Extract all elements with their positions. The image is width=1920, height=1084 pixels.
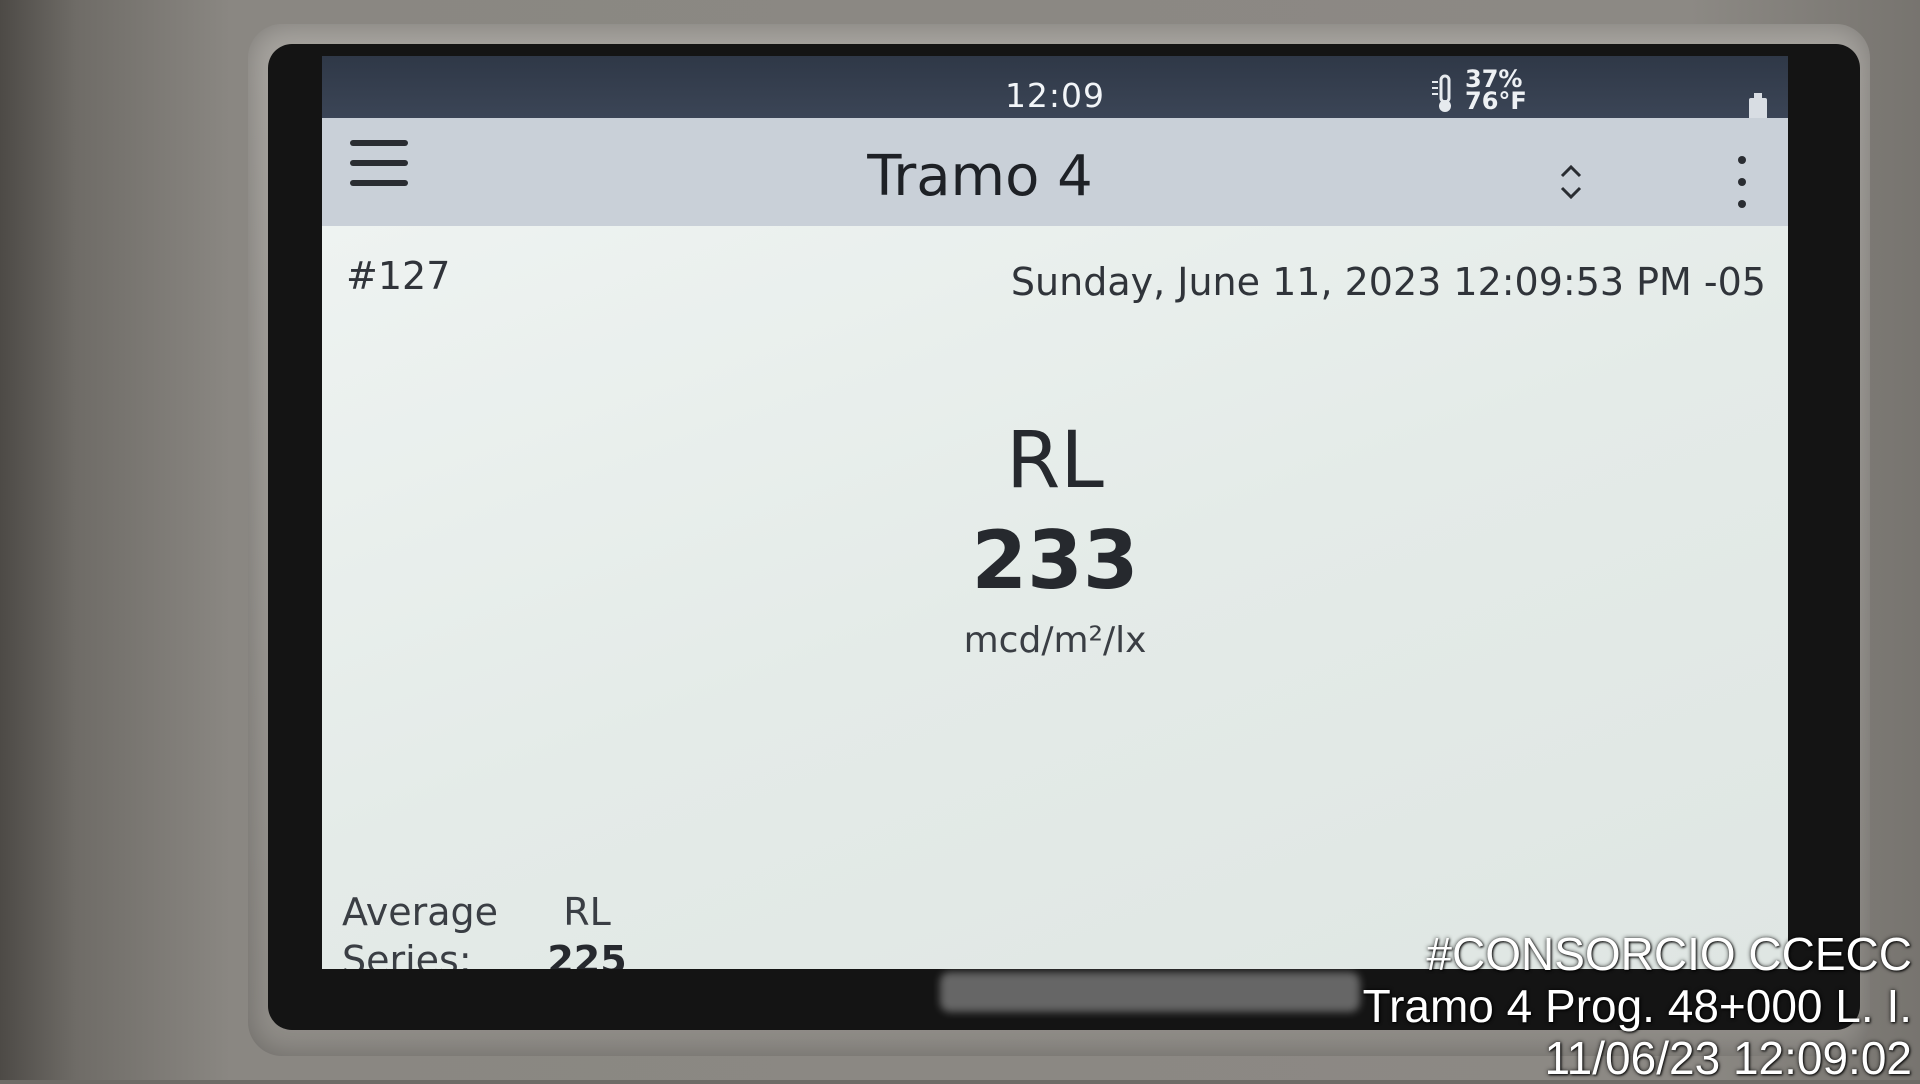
photo-background: 12:09 37% 76°F Tramo 4 #127 Sunday, June…: [0, 0, 1920, 1084]
glare-reflection: [940, 972, 1360, 1012]
reading-panel: #127 Sunday, June 11, 2023 12:09:53 PM -…: [322, 226, 1788, 969]
sort-icon[interactable]: [1556, 158, 1586, 206]
device-screen: 12:09 37% 76°F Tramo 4 #127 Sunday, June…: [322, 56, 1788, 969]
record-number: #127: [346, 254, 451, 298]
reading-timestamp: Sunday, June 11, 2023 12:09:53 PM -05: [1010, 260, 1766, 304]
average-column-label: RL: [563, 890, 611, 934]
environment-readout: 37% 76°F: [1465, 67, 1527, 115]
current-reading: RL 233 mcd/m²/lx: [322, 416, 1788, 666]
app-bar: Tramo 4: [322, 118, 1788, 226]
average-series: Average RL Series: 225: [342, 886, 632, 969]
average-label: Average: [342, 890, 499, 934]
average-value: 225: [547, 938, 627, 969]
metric-label: RL: [1006, 416, 1104, 506]
more-options-icon[interactable]: [1736, 156, 1748, 216]
status-bar: 12:09 37% 76°F: [322, 56, 1788, 126]
thermometer-icon: [1432, 74, 1451, 112]
watermark-line-3: 11/06/23 12:09:02: [1544, 1032, 1912, 1084]
metric-value: 233: [971, 514, 1139, 607]
photo-watermark: #CONSORCIO CCECC Tramo 4 Prog. 48+000 L.…: [1363, 928, 1912, 1084]
watermark-line-1: #CONSORCIO CCECC: [1426, 928, 1912, 980]
temperature-value: 76°F: [1465, 87, 1527, 115]
watermark-line-2: Tramo 4 Prog. 48+000 L. I.: [1362, 980, 1912, 1032]
metric-unit: mcd/m²/lx: [963, 620, 1147, 661]
series-label: Series:: [342, 938, 472, 969]
status-time: 12:09: [1004, 76, 1106, 115]
